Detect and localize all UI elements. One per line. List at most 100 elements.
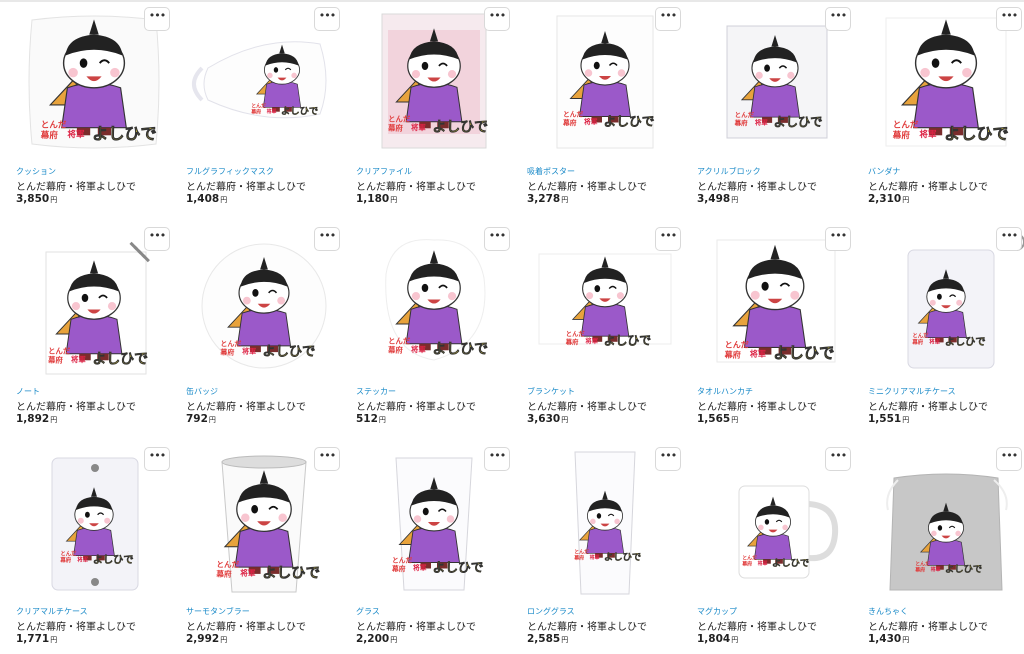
svg-text:とんだ: とんだ — [912, 333, 929, 340]
product-card[interactable]: とんだ 幕府 将軍 よしひで ••• サーモタンブラー とんだ幕府・将軍よしひで 2,992円 — [182, 444, 346, 654]
svg-text:幕府: 幕府 — [724, 349, 741, 359]
svg-text:幕府: 幕府 — [391, 564, 406, 573]
product-category-link[interactable]: グラス — [356, 606, 380, 617]
product-name[interactable]: とんだ幕府・将軍よしひで — [527, 178, 647, 193]
product-name[interactable]: とんだ幕府・将軍よしひで — [697, 178, 817, 193]
product-name[interactable]: とんだ幕府・将軍よしひで — [356, 398, 476, 413]
currency-label: 円 — [731, 416, 739, 424]
product-category-link[interactable]: マグカップ — [697, 606, 737, 617]
currency-label: 円 — [902, 636, 910, 644]
product-name[interactable]: とんだ幕府・将軍よしひで — [356, 618, 476, 633]
svg-text:とんだ: とんだ — [893, 120, 919, 131]
product-name[interactable]: とんだ幕府・将軍よしひで — [16, 618, 136, 633]
more-options-button[interactable]: ••• — [144, 7, 170, 31]
product-card[interactable]: とんだ 幕府 将軍 よしひで ••• フルグラフィックマスク とんだ幕府・将軍よしひで 1,4… — [182, 4, 346, 214]
product-price: 3,850円 — [16, 193, 57, 205]
more-options-button[interactable]: ••• — [996, 7, 1022, 31]
product-category-link[interactable]: 吸着ポスター — [527, 166, 575, 177]
product-name[interactable]: とんだ幕府・将軍よしひで — [697, 618, 817, 633]
product-card[interactable]: とんだ 幕府 将軍 よしひで ••• クリアファイル とんだ幕府・将軍よしひで 1,180円 — [352, 4, 516, 214]
product-category-link[interactable]: ステッカー — [356, 386, 396, 397]
more-options-button[interactable]: ••• — [825, 227, 851, 251]
product-category-link[interactable]: クッション — [16, 166, 56, 177]
currency-label: 円 — [378, 416, 386, 424]
product-card[interactable]: とんだ 幕府 将軍 よしひで ••• クッション とんだ幕府・将軍よしひで 3,850円 — [12, 4, 176, 214]
product-category-link[interactable]: ロンググラス — [527, 606, 575, 617]
more-options-button[interactable]: ••• — [484, 447, 510, 471]
svg-text:将軍: 将軍 — [750, 348, 766, 358]
price-value: 1,892 — [16, 413, 50, 425]
currency-label: 円 — [561, 196, 569, 204]
product-category-link[interactable]: バンダナ — [868, 166, 900, 177]
currency-label: 円 — [561, 636, 569, 644]
svg-text:幕府: 幕府 — [219, 347, 234, 356]
svg-text:とんだ: とんだ — [725, 339, 749, 349]
product-name[interactable]: とんだ幕府・将軍よしひで — [186, 398, 306, 413]
product-name[interactable]: とんだ幕府・将軍よしひで — [527, 398, 647, 413]
product-card[interactable]: とんだ 幕府 将軍 よしひで ••• タオルハンカチ とんだ幕府・将軍よしひで 1,565円 — [693, 224, 857, 434]
more-options-button[interactable]: ••• — [655, 7, 681, 31]
product-card[interactable]: とんだ 幕府 将軍 よしひで ••• 吸着ポスター とんだ幕府・将軍よしひで 3,278円 — [523, 4, 687, 214]
product-card[interactable]: とんだ 幕府 将軍 よしひで ••• 缶バッジ とんだ幕府・将軍よしひで 792円 — [182, 224, 346, 434]
product-name[interactable]: とんだ幕府・将軍よしひで — [868, 618, 988, 633]
svg-text:とんだ: とんだ — [388, 337, 411, 346]
product-card[interactable]: とんだ 幕府 将軍 よしひで ••• ノート とんだ幕府・将軍よしひで 1,892円 — [12, 224, 176, 434]
currency-label: 円 — [220, 636, 228, 644]
product-name[interactable]: とんだ幕府・将軍よしひで — [356, 178, 476, 193]
product-category-link[interactable]: サーモタンブラー — [186, 606, 250, 617]
product-category-link[interactable]: クリアマルチケース — [16, 606, 88, 617]
more-options-button[interactable]: ••• — [314, 447, 340, 471]
svg-text:将軍: 将軍 — [240, 568, 256, 578]
currency-label: 円 — [902, 196, 910, 204]
more-options-button[interactable]: ••• — [825, 447, 851, 471]
product-category-link[interactable]: 缶バッジ — [186, 386, 218, 397]
product-name[interactable]: とんだ幕府・将軍よしひで — [868, 398, 988, 413]
product-card[interactable]: とんだ 幕府 将軍 よしひで ••• グラス とんだ幕府・将軍よしひで 2,200円 — [352, 444, 516, 654]
more-options-button[interactable]: ••• — [655, 447, 681, 471]
more-options-button[interactable]: ••• — [655, 227, 681, 251]
more-options-button[interactable]: ••• — [996, 227, 1022, 251]
more-options-button[interactable]: ••• — [825, 7, 851, 31]
product-card[interactable]: とんだ 幕府 将軍 よしひで ••• きんちゃく とんだ幕府・将軍よしひで 1,430円 — [864, 444, 1024, 654]
product-card[interactable]: とんだ 幕府 将軍 よしひで ••• バンダナ とんだ幕府・将軍よしひで 2,310円 — [864, 4, 1024, 214]
more-options-button[interactable]: ••• — [484, 227, 510, 251]
product-name[interactable]: とんだ幕府・将軍よしひで — [186, 618, 306, 633]
more-options-button[interactable]: ••• — [144, 447, 170, 471]
product-category-link[interactable]: クリアファイル — [356, 166, 412, 177]
svg-text:よしひで: よしひで — [433, 561, 484, 576]
product-card[interactable]: とんだ 幕府 将軍 よしひで ••• アクリルブロック とんだ幕府・将軍よしひで 3,498円 — [693, 4, 857, 214]
product-card[interactable]: とんだ 幕府 将軍 よしひで ••• ロンググラス とんだ幕府・将軍よしひで 2,585円 — [523, 444, 687, 654]
product-category-link[interactable]: フルグラフィックマスク — [186, 166, 274, 177]
product-card[interactable]: とんだ 幕府 将軍 よしひで ••• ミニクリアマルチケース とんだ幕府・将軍よしひで 1,5… — [864, 224, 1024, 434]
svg-text:幕府: 幕府 — [40, 129, 59, 141]
product-category-link[interactable]: ブランケット — [527, 386, 575, 397]
svg-text:幕府: 幕府 — [387, 346, 403, 355]
svg-text:よしひで: よしひで — [774, 115, 823, 129]
product-name[interactable]: とんだ幕府・将軍よしひで — [186, 178, 306, 193]
product-card[interactable]: とんだ 幕府 将軍 よしひで ••• ステッカー とんだ幕府・将軍よしひで 512円 — [352, 224, 516, 434]
product-name[interactable]: とんだ幕府・将軍よしひで — [16, 398, 136, 413]
product-name[interactable]: とんだ幕府・将軍よしひで — [697, 398, 817, 413]
product-card[interactable]: とんだ 幕府 将軍 よしひで ••• マグカップ とんだ幕府・将軍よしひで 1,804円 — [693, 444, 857, 654]
product-name[interactable]: とんだ幕府・将軍よしひで — [527, 618, 647, 633]
product-category-link[interactable]: タオルハンカチ — [697, 386, 753, 397]
product-category-link[interactable]: ノート — [16, 386, 40, 397]
product-name[interactable]: とんだ幕府・将軍よしひで — [868, 178, 988, 193]
product-card[interactable]: とんだ 幕府 将軍 よしひで ••• ブランケット とんだ幕府・将軍よしひで 3,630円 — [523, 224, 687, 434]
more-options-button[interactable]: ••• — [484, 7, 510, 31]
more-options-button[interactable]: ••• — [144, 227, 170, 251]
more-options-button[interactable]: ••• — [996, 447, 1022, 471]
currency-label: 円 — [902, 416, 910, 424]
svg-text:幕府: 幕府 — [914, 566, 925, 573]
product-card[interactable]: とんだ 幕府 将軍 よしひで ••• クリアマルチケース とんだ幕府・将軍よしひで 1,771… — [12, 444, 176, 654]
more-options-button[interactable]: ••• — [314, 7, 340, 31]
product-name[interactable]: とんだ幕府・将軍よしひで — [16, 178, 136, 193]
product-price: 1,565円 — [697, 413, 738, 425]
more-options-button[interactable]: ••• — [314, 227, 340, 251]
svg-text:とんだ: とんだ — [220, 339, 241, 348]
product-price: 512円 — [356, 413, 386, 425]
product-category-link[interactable]: ミニクリアマルチケース — [868, 386, 956, 397]
product-category-link[interactable]: アクリルブロック — [697, 166, 761, 177]
product-category-link[interactable]: きんちゃく — [868, 606, 908, 617]
svg-text:とんだ: とんだ — [915, 560, 930, 567]
